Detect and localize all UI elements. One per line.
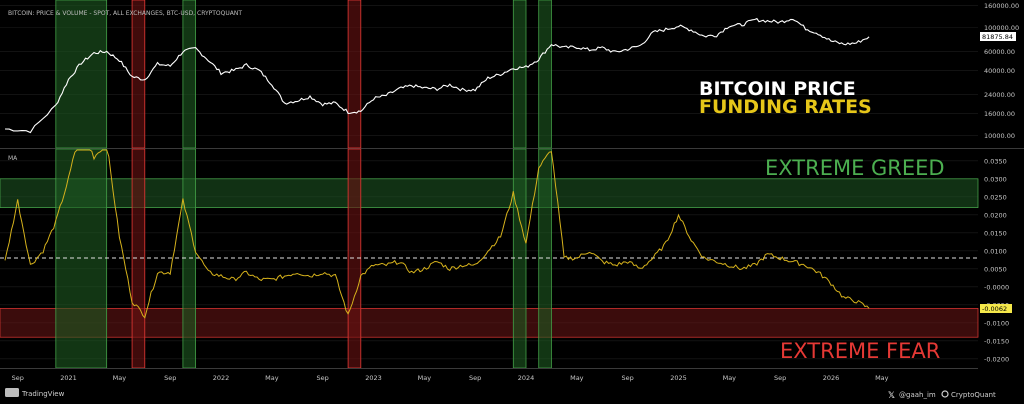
funding-y-tick: 0.0200 xyxy=(984,211,1007,219)
funding-y-tick: 0.0100 xyxy=(984,247,1007,255)
funding-y-tick: 0.0150 xyxy=(984,229,1007,237)
price-y-tick: 60000.00 xyxy=(984,48,1015,56)
x-tick: 2024 xyxy=(518,374,535,382)
x-tick: Sep xyxy=(774,374,786,382)
x-tick: 2025 xyxy=(670,374,687,382)
price-y-tick: 10000.00 xyxy=(984,132,1015,140)
funding-y-tick: -0.0000 xyxy=(984,283,1009,291)
funding-y-tick: -0.0150 xyxy=(984,337,1009,345)
price-last-value: 81875.84 xyxy=(982,33,1013,41)
funding-y-tick: 0.0050 xyxy=(984,265,1007,273)
funding-last-value: -0.0062 xyxy=(982,305,1007,313)
x-tick: 2022 xyxy=(213,374,230,382)
chart-title: BITCOIN: PRICE & VOLUME - SPOT, ALL EXCH… xyxy=(8,10,242,17)
x-tick: Sep xyxy=(622,374,634,382)
x-tick: Sep xyxy=(469,374,481,382)
x-tick: Sep xyxy=(164,374,176,382)
greed-band xyxy=(0,178,979,208)
x-tick: May xyxy=(723,374,737,382)
price-y-tick: 40000.00 xyxy=(984,67,1015,75)
tradingview-brand: TradingView xyxy=(21,390,65,398)
funding-pane-label: MA xyxy=(8,155,18,162)
x-tick: Sep xyxy=(317,374,329,382)
funding-y-tick: 0.0350 xyxy=(984,157,1007,165)
cryptoquant-brand: CryptoQuant xyxy=(951,391,996,399)
red-highlight xyxy=(131,0,146,149)
green-highlight xyxy=(55,0,108,149)
green-highlight xyxy=(512,0,527,149)
x-tick: 2023 xyxy=(365,374,382,382)
green-highlight xyxy=(182,0,197,149)
author-handle: @gaah_im xyxy=(899,391,936,399)
price-y-tick: 24000.00 xyxy=(984,91,1015,99)
funding-y-tick: 0.0300 xyxy=(984,175,1007,183)
x-tick: May xyxy=(875,374,889,382)
x-tick: 2026 xyxy=(823,374,840,382)
legend-funding-label: FUNDING RATES xyxy=(699,96,872,118)
green-highlight xyxy=(538,0,552,149)
x-tick: May xyxy=(265,374,279,382)
red-highlight xyxy=(347,0,362,149)
price-y-tick: 16000.00 xyxy=(984,110,1015,118)
fear-band xyxy=(0,308,979,338)
price-y-tick: 160000.00 xyxy=(984,2,1019,10)
funding-y-tick: -0.0200 xyxy=(984,355,1009,363)
funding-y-tick: -0.0100 xyxy=(984,319,1009,327)
funding-y-tick: 0.0250 xyxy=(984,193,1007,201)
price-y-tick: 100000.00 xyxy=(984,24,1019,32)
x-tick: 2021 xyxy=(60,374,77,382)
tradingview-logo-icon xyxy=(5,388,19,397)
x-tick: May xyxy=(570,374,584,382)
chart-canvas: 160000.00 100000.00 60000.00 40000.00 24000.… xyxy=(0,0,1024,404)
x-tick: May xyxy=(113,374,127,382)
x-tick: May xyxy=(418,374,432,382)
fear-zone-label: EXTREME FEAR xyxy=(780,339,940,363)
x-tick: Sep xyxy=(12,374,24,382)
x-logo-icon: 𝕏 xyxy=(888,391,895,401)
greed-zone-label: EXTREME GREED xyxy=(765,156,945,180)
